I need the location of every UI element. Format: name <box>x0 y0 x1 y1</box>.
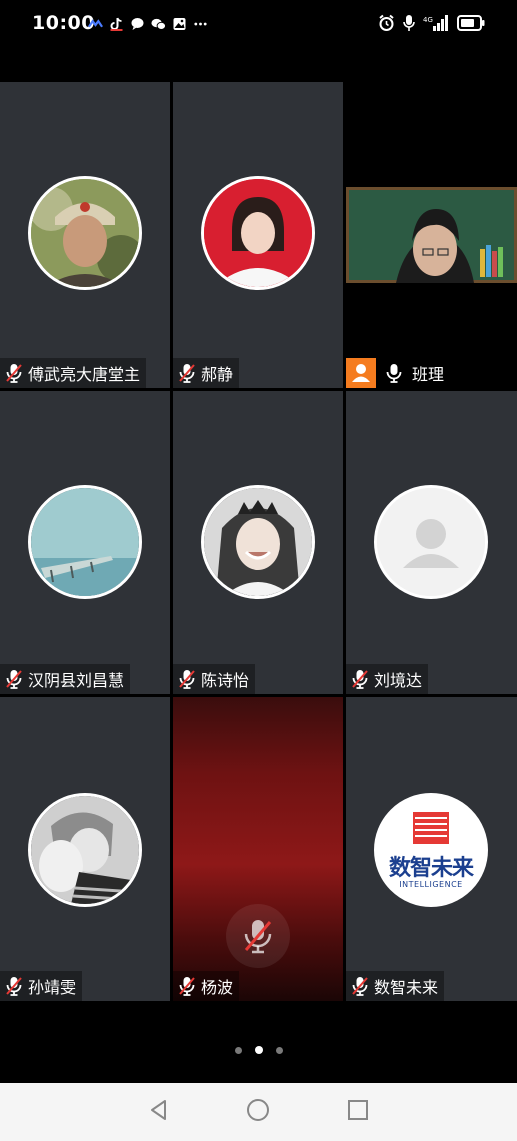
mic-muted-icon <box>4 668 24 690</box>
name-tag: 数智未来 <box>346 971 445 1001</box>
participant-name: 陈诗怡 <box>201 671 250 690</box>
mic-muted-icon <box>350 975 370 997</box>
name-tag: 傅武亮大唐堂主 <box>0 358 147 388</box>
name-tag: 班理 <box>346 358 451 388</box>
mic-muted-center-icon <box>226 904 290 968</box>
status-bar: 10:00 4G <box>0 0 517 50</box>
avatar <box>28 485 142 599</box>
default-avatar <box>374 485 488 599</box>
mic-muted-icon <box>177 975 197 997</box>
page-dot[interactable] <box>234 1046 242 1054</box>
page-dot-active[interactable] <box>254 1046 263 1054</box>
home-icon[interactable] <box>245 1097 271 1127</box>
mic-muted-icon <box>177 362 197 384</box>
participant-name: 数智未来 <box>374 978 439 997</box>
participant-tile[interactable]: 陈诗怡 <box>173 391 343 694</box>
mic-muted-icon <box>4 362 24 384</box>
more-icon <box>193 16 208 35</box>
recents-icon[interactable] <box>346 1098 370 1126</box>
participant-name: 汉阴县刘昌慧 <box>28 671 125 690</box>
participant-tile[interactable]: 汉阴县刘昌慧 <box>0 391 170 694</box>
mic-icon <box>403 14 415 36</box>
participant-tile[interactable]: 郝静 <box>173 82 343 388</box>
avatar <box>28 176 142 290</box>
logo-title: 数智未来 <box>388 856 474 881</box>
participant-grid: 傅武亮大唐堂主 郝静 班理 汉阴县刘昌慧 陈诗怡 刘境达 孙靖雯 杨波 数智未来… <box>0 82 517 1001</box>
wechat-icon <box>151 16 166 35</box>
participant-name: 孙靖雯 <box>28 978 77 997</box>
signal-4g-icon: 4G <box>423 14 449 36</box>
name-tag: 孙靖雯 <box>0 971 83 1001</box>
participant-tile[interactable]: 孙靖雯 <box>0 697 170 1001</box>
logo-subtitle: INTELLIGENCE <box>399 880 463 889</box>
avatar <box>201 485 315 599</box>
notification-icons <box>88 16 208 35</box>
mic-icon <box>384 362 404 384</box>
chat-icon <box>130 16 145 35</box>
system-nav-bar <box>0 1083 517 1141</box>
name-tag: 郝静 <box>173 358 240 388</box>
svg-text:4G: 4G <box>423 16 433 24</box>
participant-name: 傅武亮大唐堂主 <box>28 365 141 384</box>
page-indicator[interactable] <box>0 1040 517 1060</box>
battery-icon <box>457 15 485 35</box>
page-dot[interactable] <box>275 1046 283 1054</box>
host-icon <box>346 358 376 388</box>
participant-tile[interactable]: 数智未来 INTELLIGENCE 数智未来 <box>346 697 517 1001</box>
mic-muted-icon <box>350 668 370 690</box>
system-icons: 4G <box>378 14 485 36</box>
participant-name: 刘境达 <box>374 671 423 690</box>
name-tag: 杨波 <box>173 971 240 1001</box>
name-tag: 汉阴县刘昌慧 <box>0 664 131 694</box>
participant-tile[interactable]: 杨波 <box>173 697 343 1001</box>
app-icon <box>88 16 103 35</box>
back-icon[interactable] <box>147 1098 171 1126</box>
participant-tile-video[interactable]: 班理 <box>346 82 517 388</box>
avatar <box>28 793 142 907</box>
alarm-icon <box>378 14 395 36</box>
participant-tile[interactable]: 刘境达 <box>346 391 517 694</box>
name-tag: 陈诗怡 <box>173 664 256 694</box>
logo-avatar: 数智未来 INTELLIGENCE <box>374 793 488 907</box>
video-feed <box>346 187 517 283</box>
mic-muted-icon <box>4 975 24 997</box>
tiktok-icon <box>109 16 124 35</box>
participant-name: 郝静 <box>201 365 234 384</box>
mic-muted-icon <box>177 668 197 690</box>
name-tag: 刘境达 <box>346 664 429 694</box>
participant-name: 班理 <box>412 365 445 384</box>
participant-tile[interactable]: 傅武亮大唐堂主 <box>0 82 170 388</box>
status-time: 10:00 <box>32 12 95 34</box>
gallery-icon <box>172 16 187 35</box>
participant-name: 杨波 <box>201 978 234 997</box>
avatar <box>201 176 315 290</box>
